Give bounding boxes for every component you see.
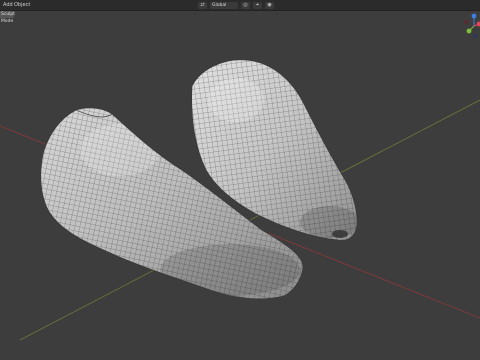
mode-label[interactable]: Sculpt Mode — [0, 11, 15, 24]
3d-viewport[interactable] — [0, 0, 480, 360]
gizmo-neg-x-icon[interactable] — [464, 20, 468, 24]
viewport-canvas — [0, 59, 480, 341]
transform-orientation-dropdown[interactable]: Global — [210, 1, 238, 9]
viewport-header: Add Object ⇄ Global ◎ ⌖ ◉ — [0, 0, 480, 11]
gizmo-z-icon[interactable] — [471, 13, 477, 19]
orientation-icon[interactable]: ⇄ — [198, 1, 207, 9]
menu-add[interactable]: Add — [3, 2, 13, 8]
gizmo-x-icon[interactable] — [476, 21, 480, 27]
gizmo-neg-z-icon[interactable] — [473, 34, 477, 38]
snap-icon[interactable]: ⌖ — [253, 1, 262, 9]
menu-object[interactable]: Object — [14, 2, 30, 8]
gizmo-y-icon[interactable] — [466, 28, 472, 34]
transform-controls: ⇄ Global ◎ ⌖ ◉ — [198, 1, 274, 9]
navigation-gizmo[interactable] — [460, 12, 480, 42]
proportional-edit-icon[interactable]: ◉ — [265, 1, 274, 9]
pivot-icon[interactable]: ◎ — [241, 1, 250, 9]
